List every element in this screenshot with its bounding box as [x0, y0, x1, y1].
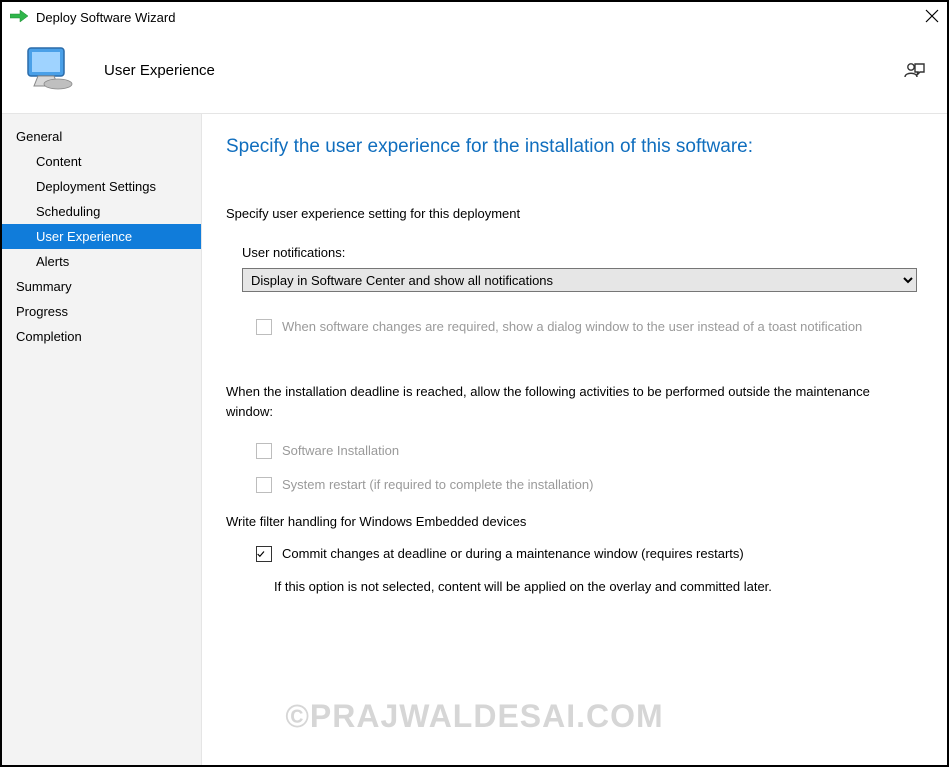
sidebar-item-summary[interactable]: Summary: [2, 274, 201, 299]
system-restart-checkbox: [256, 477, 272, 493]
close-button[interactable]: [899, 7, 939, 28]
wizard-sidebar: GeneralContentDeployment SettingsSchedul…: [2, 114, 202, 765]
close-icon: [925, 7, 939, 27]
wizard-header: User Experience: [2, 32, 947, 113]
dialog-window-checkbox-label: When software changes are required, show…: [282, 318, 862, 336]
commit-changes-checkbox-label: Commit changes at deadline or during a m…: [282, 545, 744, 563]
sidebar-item-user-experience[interactable]: User Experience: [2, 224, 201, 249]
user-notifications-select[interactable]: Display in Software Center and show all …: [242, 268, 917, 292]
commit-changes-checkbox-row[interactable]: Commit changes at deadline or during a m…: [256, 545, 917, 563]
dialog-window-checkbox: [256, 319, 272, 335]
section-intro: Specify user experience setting for this…: [226, 206, 917, 221]
sidebar-item-deployment-settings[interactable]: Deployment Settings: [2, 174, 201, 199]
sidebar-item-scheduling[interactable]: Scheduling: [2, 199, 201, 224]
embedded-group-label: Write filter handling for Windows Embedd…: [226, 514, 917, 529]
software-install-checkbox-row: Software Installation: [256, 442, 917, 460]
sidebar-item-general[interactable]: General: [2, 124, 201, 149]
user-notifications-label: User notifications:: [242, 245, 917, 260]
commit-changes-help: If this option is not selected, content …: [274, 579, 917, 594]
commit-changes-checkbox[interactable]: [256, 546, 272, 562]
sidebar-item-completion[interactable]: Completion: [2, 324, 201, 349]
software-install-checkbox-label: Software Installation: [282, 442, 399, 460]
sidebar-item-progress[interactable]: Progress: [2, 299, 201, 324]
deadline-group-label: When the installation deadline is reache…: [226, 382, 917, 422]
feedback-icon[interactable]: [903, 60, 925, 82]
monitor-icon: [24, 46, 74, 95]
wizard-window: Deploy Software Wizard User Experience: [0, 0, 949, 767]
wizard-main: Specify the user experience for the inst…: [202, 114, 947, 765]
window-title: Deploy Software Wizard: [36, 10, 175, 25]
software-install-checkbox: [256, 443, 272, 459]
system-restart-checkbox-row: System restart (if required to complete …: [256, 476, 917, 494]
title-bar-left: Deploy Software Wizard: [10, 9, 175, 26]
dialog-window-checkbox-row: When software changes are required, show…: [256, 318, 917, 336]
system-restart-checkbox-label: System restart (if required to complete …: [282, 476, 593, 494]
wizard-body: GeneralContentDeployment SettingsSchedul…: [2, 113, 947, 765]
deploy-arrow-icon: [10, 9, 28, 26]
sidebar-item-alerts[interactable]: Alerts: [2, 249, 201, 274]
page-heading: Specify the user experience for the inst…: [226, 136, 917, 158]
wizard-page-name: User Experience: [104, 62, 215, 79]
wizard-header-left: User Experience: [24, 46, 215, 95]
title-bar: Deploy Software Wizard: [2, 2, 947, 32]
sidebar-item-content[interactable]: Content: [2, 149, 201, 174]
